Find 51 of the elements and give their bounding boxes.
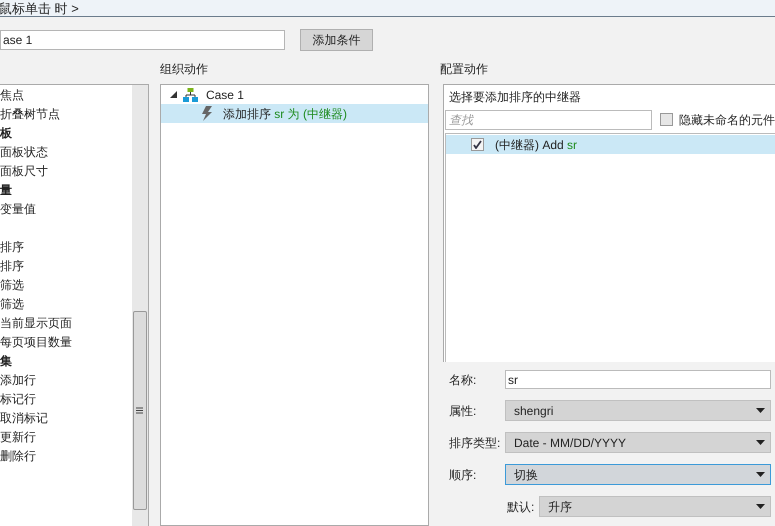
action-list-item[interactable]: 焦点 — [0, 86, 132, 105]
action-list-item[interactable]: 排序 — [0, 238, 132, 257]
action-list-item[interactable]: 集 — [0, 352, 132, 371]
action-list-item[interactable]: 每页项目数量 — [0, 333, 132, 352]
checkbox-label: 隐藏未命名的元件 — [679, 112, 775, 128]
checkbox[interactable] — [660, 113, 673, 126]
lightning-icon — [200, 106, 213, 121]
dropdown-caret-icon — [756, 504, 765, 509]
case-label[interactable]: Case 1 — [206, 86, 244, 104]
action-list-item[interactable]: 排序 — [0, 257, 132, 276]
repeater-list-item[interactable]: (中继器) Add sr — [446, 135, 775, 154]
field-label: 顺序: — [449, 466, 478, 484]
dropdown-caret-icon — [756, 472, 765, 477]
action-list-item[interactable]: 筛选 — [0, 295, 132, 314]
dropdown-caret-icon — [756, 408, 765, 413]
section-title: 组织动作 — [160, 61, 209, 78]
action-list-item[interactable]: 当前显示页面 — [0, 314, 132, 333]
grip-icon — [136, 407, 144, 414]
dropdown-caret-icon — [756, 440, 765, 445]
section-title: 配置动作 — [440, 61, 489, 78]
action-list-item[interactable]: 标记行 — [0, 390, 132, 409]
action-list-item[interactable]: 更新行 — [0, 428, 132, 447]
field-label: 属性: — [449, 402, 478, 420]
field-label: 默认: — [507, 498, 536, 516]
action-list-item[interactable]: 筛选 — [0, 276, 132, 295]
action-list-item[interactable]: 变量值 — [0, 200, 132, 219]
window-title: 鼠标单击 时 > — [0, 2, 79, 16]
action-list-item[interactable]: 板 — [0, 124, 132, 143]
name-field[interactable]: sr — [505, 370, 771, 389]
case-name-field[interactable]: ase 1 — [0, 30, 285, 50]
picker-prompt: 选择要添加排序的中继器 — [448, 89, 582, 106]
dropdown[interactable]: shengri — [505, 400, 771, 421]
action-list-item[interactable]: 折叠树节点 — [0, 105, 132, 124]
dropdown[interactable]: Date - MM/DD/YYYY — [505, 432, 771, 453]
action-list-item[interactable]: 量 — [0, 181, 132, 200]
action-tree-item[interactable]: 添加排序 sr 为 (中继器) — [160, 104, 428, 123]
action-list-item[interactable]: 添加行 — [0, 371, 132, 390]
field-label: 排序类型: — [449, 434, 502, 452]
field-label: 名称: — [449, 372, 478, 388]
action-list-item[interactable]: 取消标记 — [0, 409, 132, 428]
checkbox[interactable] — [471, 138, 484, 151]
action-list-item[interactable]: 面板尺寸 — [0, 162, 132, 181]
dropdown[interactable]: 切换 — [505, 464, 771, 485]
dropdown[interactable]: 升序 — [539, 496, 771, 517]
search-field[interactable]: 查找 — [445, 110, 652, 130]
action-list-item[interactable]: 面板状态 — [0, 143, 132, 162]
scrollbar-thumb[interactable] — [132, 311, 147, 510]
action-list-item[interactable]: 删除行 — [0, 447, 132, 466]
add-condition-button[interactable]: 添加条件 — [300, 29, 373, 51]
hierarchy-icon — [182, 88, 198, 102]
expand-triangle-icon[interactable] — [170, 91, 177, 98]
